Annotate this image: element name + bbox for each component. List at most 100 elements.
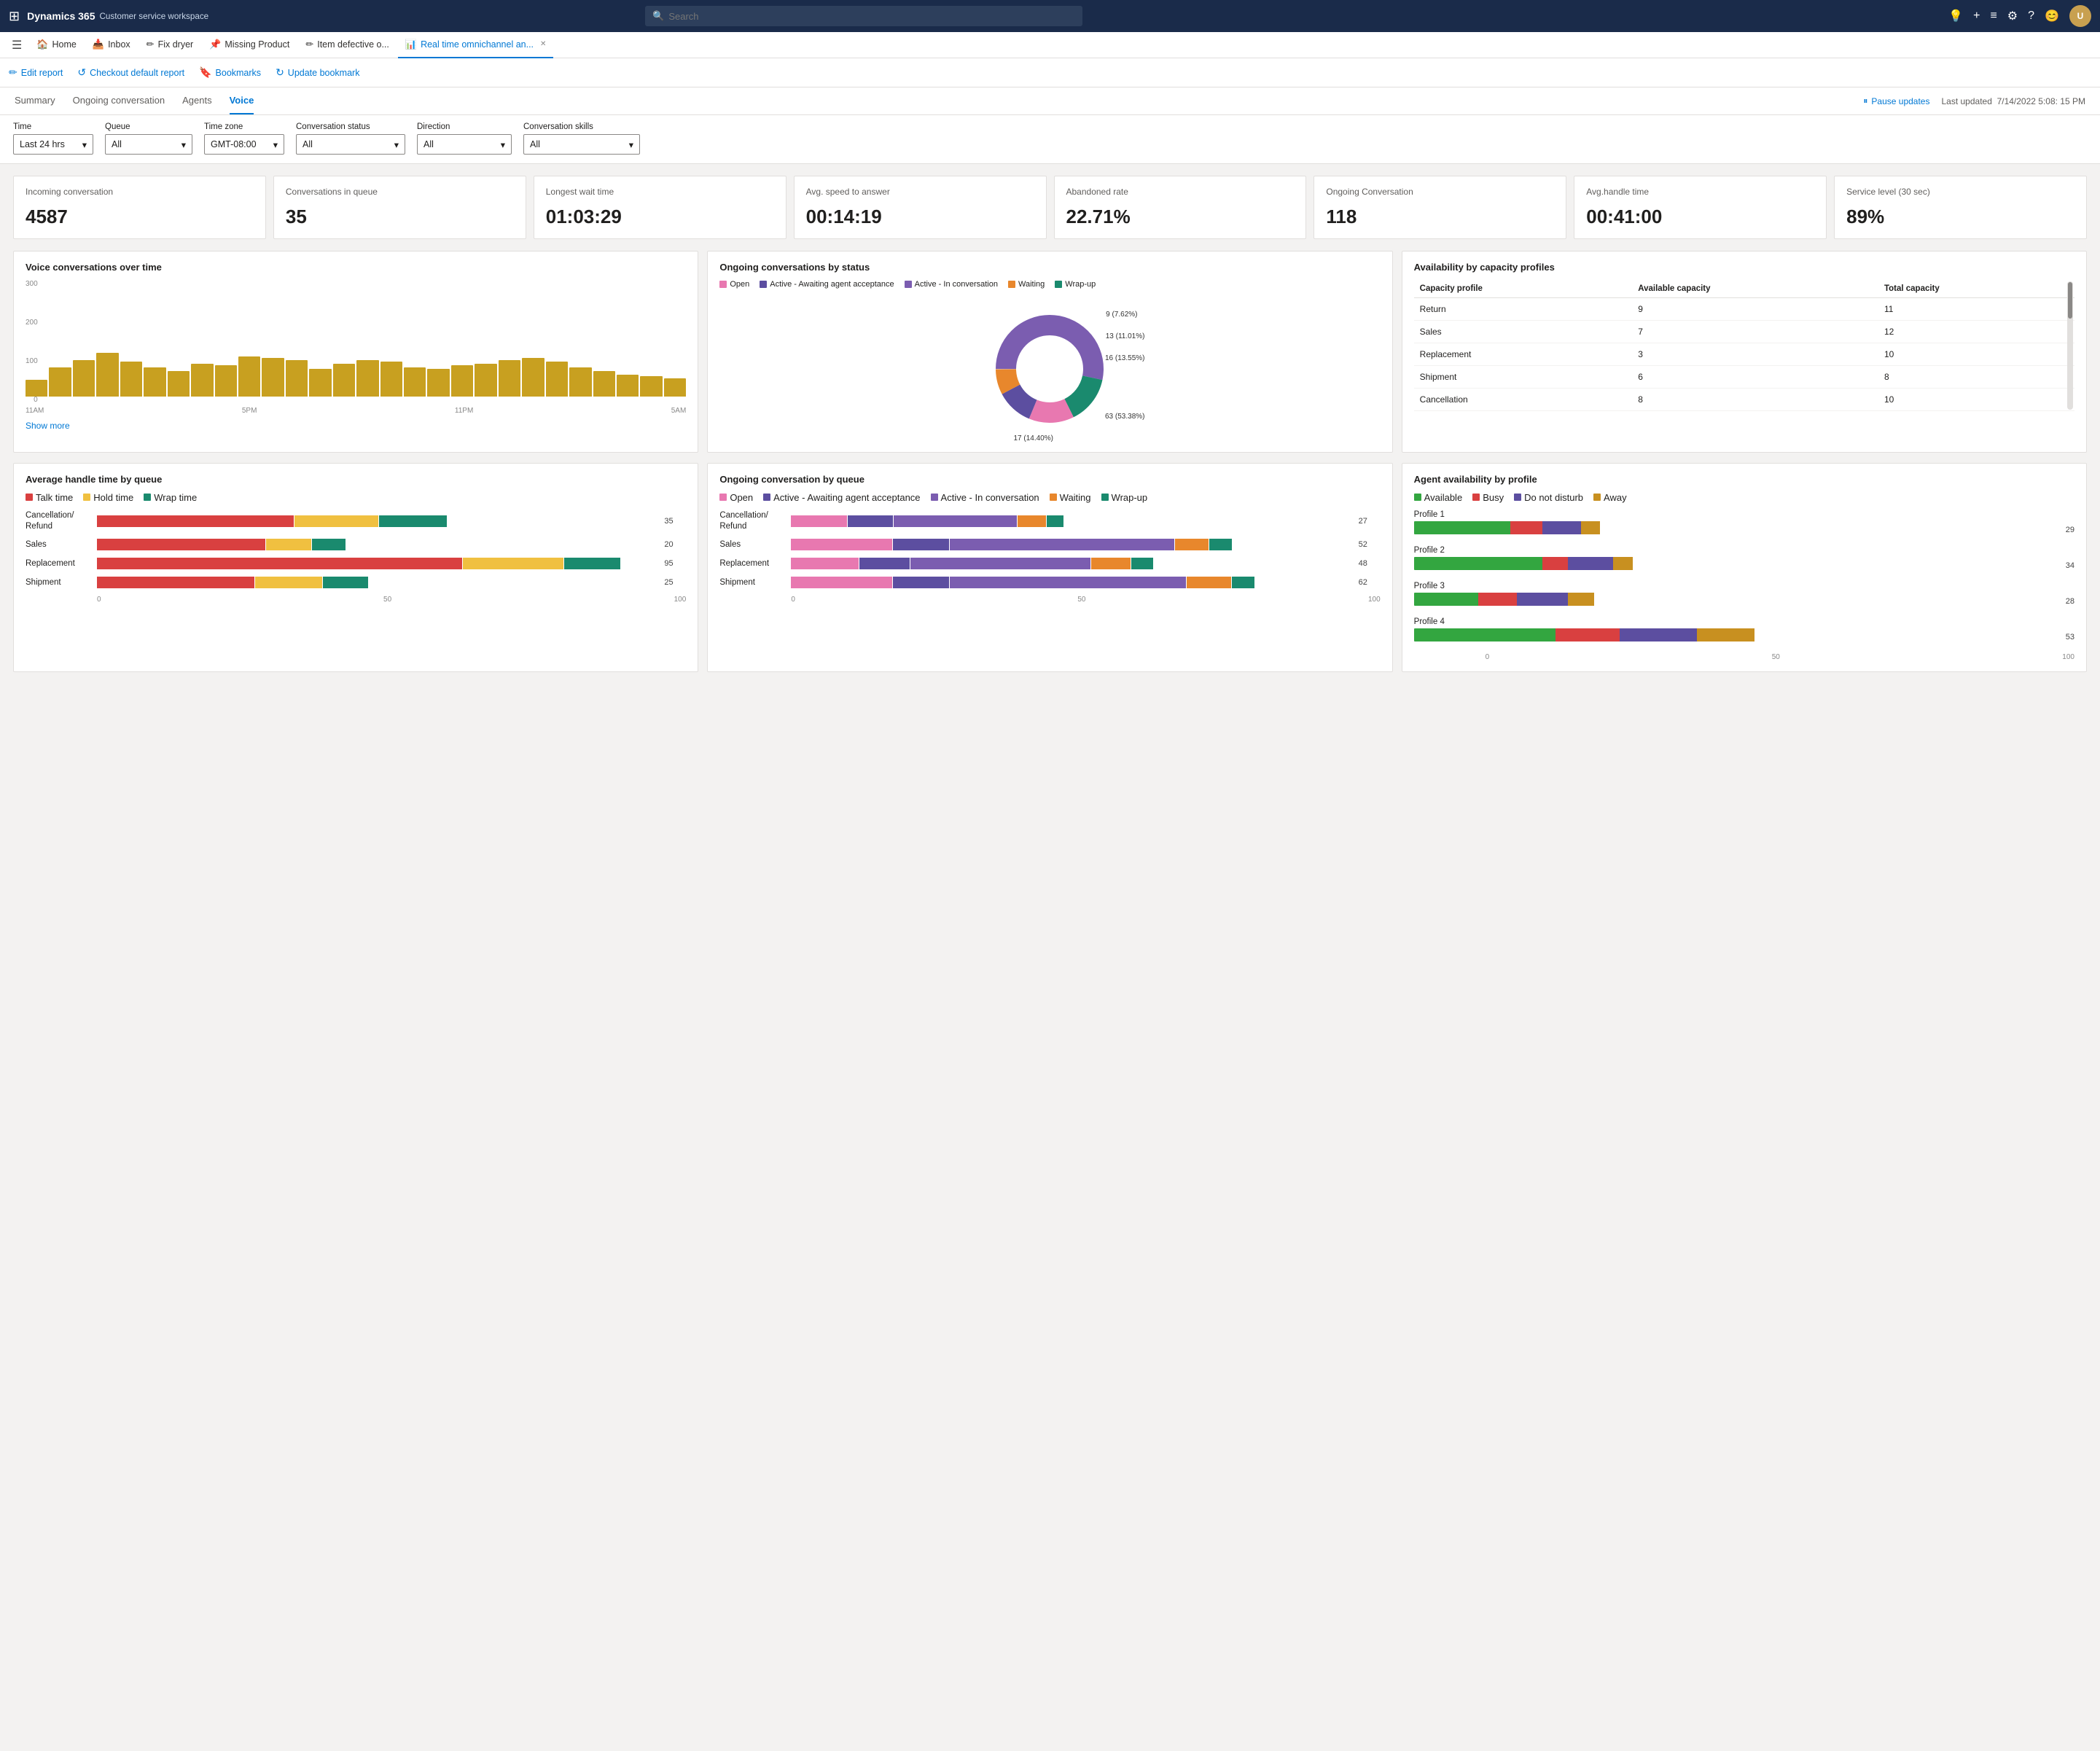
edit-report-button[interactable]: ✏ Edit report xyxy=(9,66,63,79)
dnd-seg xyxy=(1620,628,1697,641)
legend-wrap-q: Wrap-up xyxy=(1101,492,1148,503)
bookmarks-button[interactable]: 🔖 Bookmarks xyxy=(199,66,261,79)
pause-icon: ⏸ xyxy=(1863,95,1867,106)
away-seg xyxy=(1613,557,1632,570)
tab-item-defective[interactable]: ✏ Item defective o... xyxy=(298,32,397,58)
wrapup-bar xyxy=(1232,577,1254,588)
wrapup-bar xyxy=(1209,539,1232,550)
bar-item xyxy=(617,375,639,397)
checkout-icon: ↺ xyxy=(77,66,86,79)
away-dot xyxy=(1593,494,1601,501)
legend-open: Open xyxy=(719,280,749,289)
brand-name: Dynamics 365 xyxy=(27,10,95,22)
wrap-q-dot xyxy=(1101,494,1109,501)
list-item: Replacement 48 xyxy=(719,558,1380,569)
bar-item xyxy=(380,362,402,397)
avg-handle-x-axis: 0 50 100 xyxy=(26,596,686,604)
bar-item xyxy=(238,356,260,397)
content-tab-right: ⏸ Pause updates Last updated 7/14/2022 5… xyxy=(1863,95,2085,106)
chevron-down-icon-5: ▾ xyxy=(501,139,505,150)
edit-icon-1: ✏ xyxy=(147,39,155,50)
avatar[interactable]: U xyxy=(2069,5,2091,27)
tabs-bar: ☰ 🏠 Home 📥 Inbox ✏ Fix dryer 📌 Missing P… xyxy=(0,32,2100,58)
list-item: Cancellation/ Refund 27 xyxy=(719,510,1380,532)
tab-missing-product[interactable]: 📌 Missing Product xyxy=(202,32,297,58)
metric-avg-handle-time: Avg.handle time 00:41:00 xyxy=(1574,176,1827,239)
wrap-bar xyxy=(564,558,620,569)
agent-availability-chart: Agent availability by profile Available … xyxy=(1402,463,2087,672)
search-bar[interactable]: 🔍 xyxy=(645,6,1082,26)
agent-avail-bars: Profile 1 29 Profile 2 34 Profile 3 xyxy=(1414,510,2074,646)
skills-select[interactable]: All ▾ xyxy=(523,134,640,155)
donut-legend: Open Active - Awaiting agent acceptance … xyxy=(719,280,1380,289)
search-input[interactable] xyxy=(668,11,1075,22)
filter-timezone: Time zone GMT-08:00 ▾ xyxy=(204,122,284,155)
update-bookmark-button[interactable]: ↻ Update bookmark xyxy=(276,66,359,79)
chevron-down-icon: ▾ xyxy=(82,139,87,150)
help-icon[interactable]: ? xyxy=(2028,9,2034,23)
inbox-icon: 📥 xyxy=(93,39,104,50)
bar-item xyxy=(356,360,378,397)
bar-item xyxy=(593,371,615,397)
pin-icon: 📌 xyxy=(209,39,221,50)
open-bar xyxy=(791,558,858,569)
tab-agents[interactable]: Agents xyxy=(182,87,211,114)
wrap-bar xyxy=(323,577,368,588)
avail-table-wrapper: Capacity profile Available capacity Tota… xyxy=(1414,280,2074,411)
bar-item xyxy=(333,364,355,397)
agent-avail-stacked-bar xyxy=(1414,628,2057,641)
talk-bar xyxy=(97,577,254,588)
donut-svg xyxy=(984,303,1115,434)
conv-status-select[interactable]: All ▾ xyxy=(296,134,405,155)
talk-bar xyxy=(97,515,294,527)
avail-seg xyxy=(1414,628,1556,641)
bar-item xyxy=(640,376,662,397)
scrollbar-track xyxy=(2067,281,2073,410)
tab-summary[interactable]: Summary xyxy=(15,87,55,114)
agent-avail-stacked-bar xyxy=(1414,521,2057,534)
avg-handle-bars: Cancellation/ Refund 35 Sales 20 Replace… xyxy=(26,510,686,589)
show-more-link[interactable]: Show more xyxy=(26,421,70,431)
timezone-select[interactable]: GMT-08:00 ▾ xyxy=(204,134,284,155)
tab-inbox[interactable]: 📥 Inbox xyxy=(85,32,138,58)
content-tabs: Summary Ongoing conversation Agents Voic… xyxy=(0,87,2100,115)
hold-bar xyxy=(463,558,564,569)
direction-select[interactable]: All ▾ xyxy=(417,134,512,155)
chevron-down-icon-2: ▾ xyxy=(181,139,186,150)
legend-wrap: Wrap time xyxy=(144,492,197,503)
emoji-icon[interactable]: 😊 xyxy=(2045,9,2059,23)
time-select[interactable]: Last 24 hrs ▾ xyxy=(13,134,93,155)
tab-close-icon[interactable]: ✕ xyxy=(540,40,546,48)
wrapup-dot xyxy=(1055,281,1062,288)
list-item: Replacement 95 xyxy=(26,558,686,569)
tab-real-time[interactable]: 📊 Real time omnichannel an... ✕ xyxy=(398,32,554,58)
update-icon: ↻ xyxy=(276,66,284,79)
tab-home[interactable]: 🏠 Home xyxy=(29,32,84,58)
pause-updates-button[interactable]: ⏸ Pause updates xyxy=(1863,95,1929,106)
table-row: Return911 xyxy=(1414,297,2074,320)
bar-item xyxy=(286,360,308,397)
tab-voice[interactable]: Voice xyxy=(230,87,254,114)
brand-subtitle: Customer service workspace xyxy=(100,12,209,21)
hamburger-icon[interactable]: ☰ xyxy=(6,38,28,52)
await-bar xyxy=(893,539,949,550)
chevron-down-icon-6: ▾ xyxy=(629,139,633,150)
queue-select[interactable]: All ▾ xyxy=(105,134,192,155)
add-icon[interactable]: + xyxy=(1973,9,1980,23)
scrollbar-thumb xyxy=(2068,282,2072,319)
brand-area: Dynamics 365 Customer service workspace xyxy=(27,10,208,22)
legend-await-q: Active - Awaiting agent acceptance xyxy=(763,492,920,503)
menu-icon[interactable]: ≡ xyxy=(1990,9,1996,23)
lightbulb-icon[interactable]: 💡 xyxy=(1948,9,1963,23)
legend-waiting: Waiting xyxy=(1008,280,1045,289)
hold-bar xyxy=(255,577,322,588)
filter-queue: Queue All ▾ xyxy=(105,122,192,155)
top-navigation: ⊞ Dynamics 365 Customer service workspac… xyxy=(0,0,2100,32)
legend-away: Away xyxy=(1593,492,1627,503)
tab-ongoing-conversation[interactable]: Ongoing conversation xyxy=(73,87,165,114)
list-item: Shipment 25 xyxy=(26,577,686,588)
tab-fix-dryer[interactable]: ✏ Fix dryer xyxy=(139,32,201,58)
settings-icon[interactable]: ⚙ xyxy=(2007,9,2018,23)
checkout-default-report-button[interactable]: ↺ Checkout default report xyxy=(77,66,184,79)
waffle-icon[interactable]: ⊞ xyxy=(9,9,20,24)
